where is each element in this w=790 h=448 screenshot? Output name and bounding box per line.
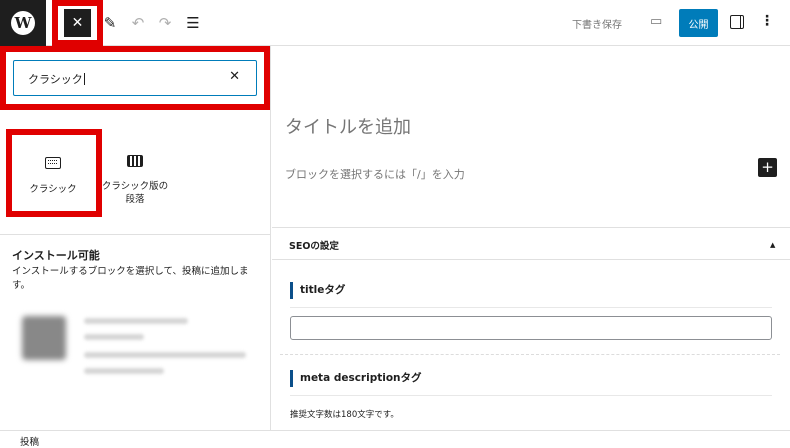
blurred-text-line: [84, 334, 144, 340]
title-tag-input[interactable]: [290, 316, 772, 340]
blurred-block-thumbnail: [22, 316, 66, 360]
block-search-input[interactable]: クラシック ✕: [13, 60, 257, 96]
installable-description: インストールするブロックを選択して、投稿に追加します。: [12, 266, 249, 291]
blurred-text-line: [84, 318, 188, 324]
publish-button[interactable]: 公開: [679, 9, 718, 37]
blurred-text-line: [84, 368, 164, 374]
wordpress-logo-button[interactable]: W: [0, 0, 46, 46]
post-title-input[interactable]: タイトルを追加: [285, 113, 411, 139]
wordpress-logo-icon: W: [11, 11, 35, 35]
more-options-icon[interactable]: ⋮: [760, 13, 774, 29]
list-view-icon[interactable]: ☰: [183, 12, 203, 34]
field-separator: [280, 354, 780, 355]
classic-paragraph-icon: [127, 155, 143, 167]
close-icon: ✕: [71, 15, 84, 31]
title-tag-label: titleタグ: [290, 282, 345, 299]
search-value: クラシック: [28, 73, 85, 86]
block-item-classic[interactable]: クラシック: [20, 157, 86, 195]
add-block-button[interactable]: +: [758, 158, 777, 177]
metabox-divider: [272, 259, 790, 260]
pencil-icon[interactable]: ✎: [100, 12, 120, 34]
blurred-text-line: [84, 352, 246, 358]
undo-icon[interactable]: ↶: [128, 12, 148, 34]
editor-top-bar: W ✕ ✎ ↶ ↷ ☰ 下書き保存 ▭ 公開 ⋮: [0, 0, 790, 46]
meta-description-label: meta descriptionタグ: [290, 370, 422, 387]
meta-description-hint: 推奨文字数は180文字です。: [290, 410, 399, 420]
editor-footer: 投稿: [0, 430, 790, 448]
save-draft-button[interactable]: 下書き保存: [572, 16, 622, 31]
redo-icon[interactable]: ↷: [155, 12, 175, 34]
clear-search-icon[interactable]: ✕: [229, 69, 240, 84]
block-item-classic-paragraph[interactable]: クラシック版の段落: [100, 155, 170, 206]
seo-settings-metabox: SEOの設定 ▲ titleタグ meta descriptionタグ 推奨文字…: [272, 227, 790, 430]
settings-icon[interactable]: [730, 15, 744, 29]
breadcrumb[interactable]: 投稿: [20, 434, 39, 448]
section-divider: [0, 234, 270, 235]
installable-heading: インストール可能: [12, 249, 100, 262]
block-item-label: クラシック版の段落: [101, 181, 169, 205]
field-divider: [290, 307, 772, 308]
block-item-label: クラシック: [29, 184, 77, 195]
preview-icon[interactable]: ▭: [650, 14, 662, 29]
collapse-toggle-icon[interactable]: ▲: [770, 241, 775, 249]
close-inserter-button[interactable]: ✕: [64, 9, 91, 37]
metabox-title: SEOの設定: [289, 241, 339, 252]
field-divider: [290, 395, 772, 396]
default-block-appender[interactable]: ブロックを選択するには「/」を入力: [285, 166, 465, 182]
keyboard-icon: [45, 157, 61, 169]
